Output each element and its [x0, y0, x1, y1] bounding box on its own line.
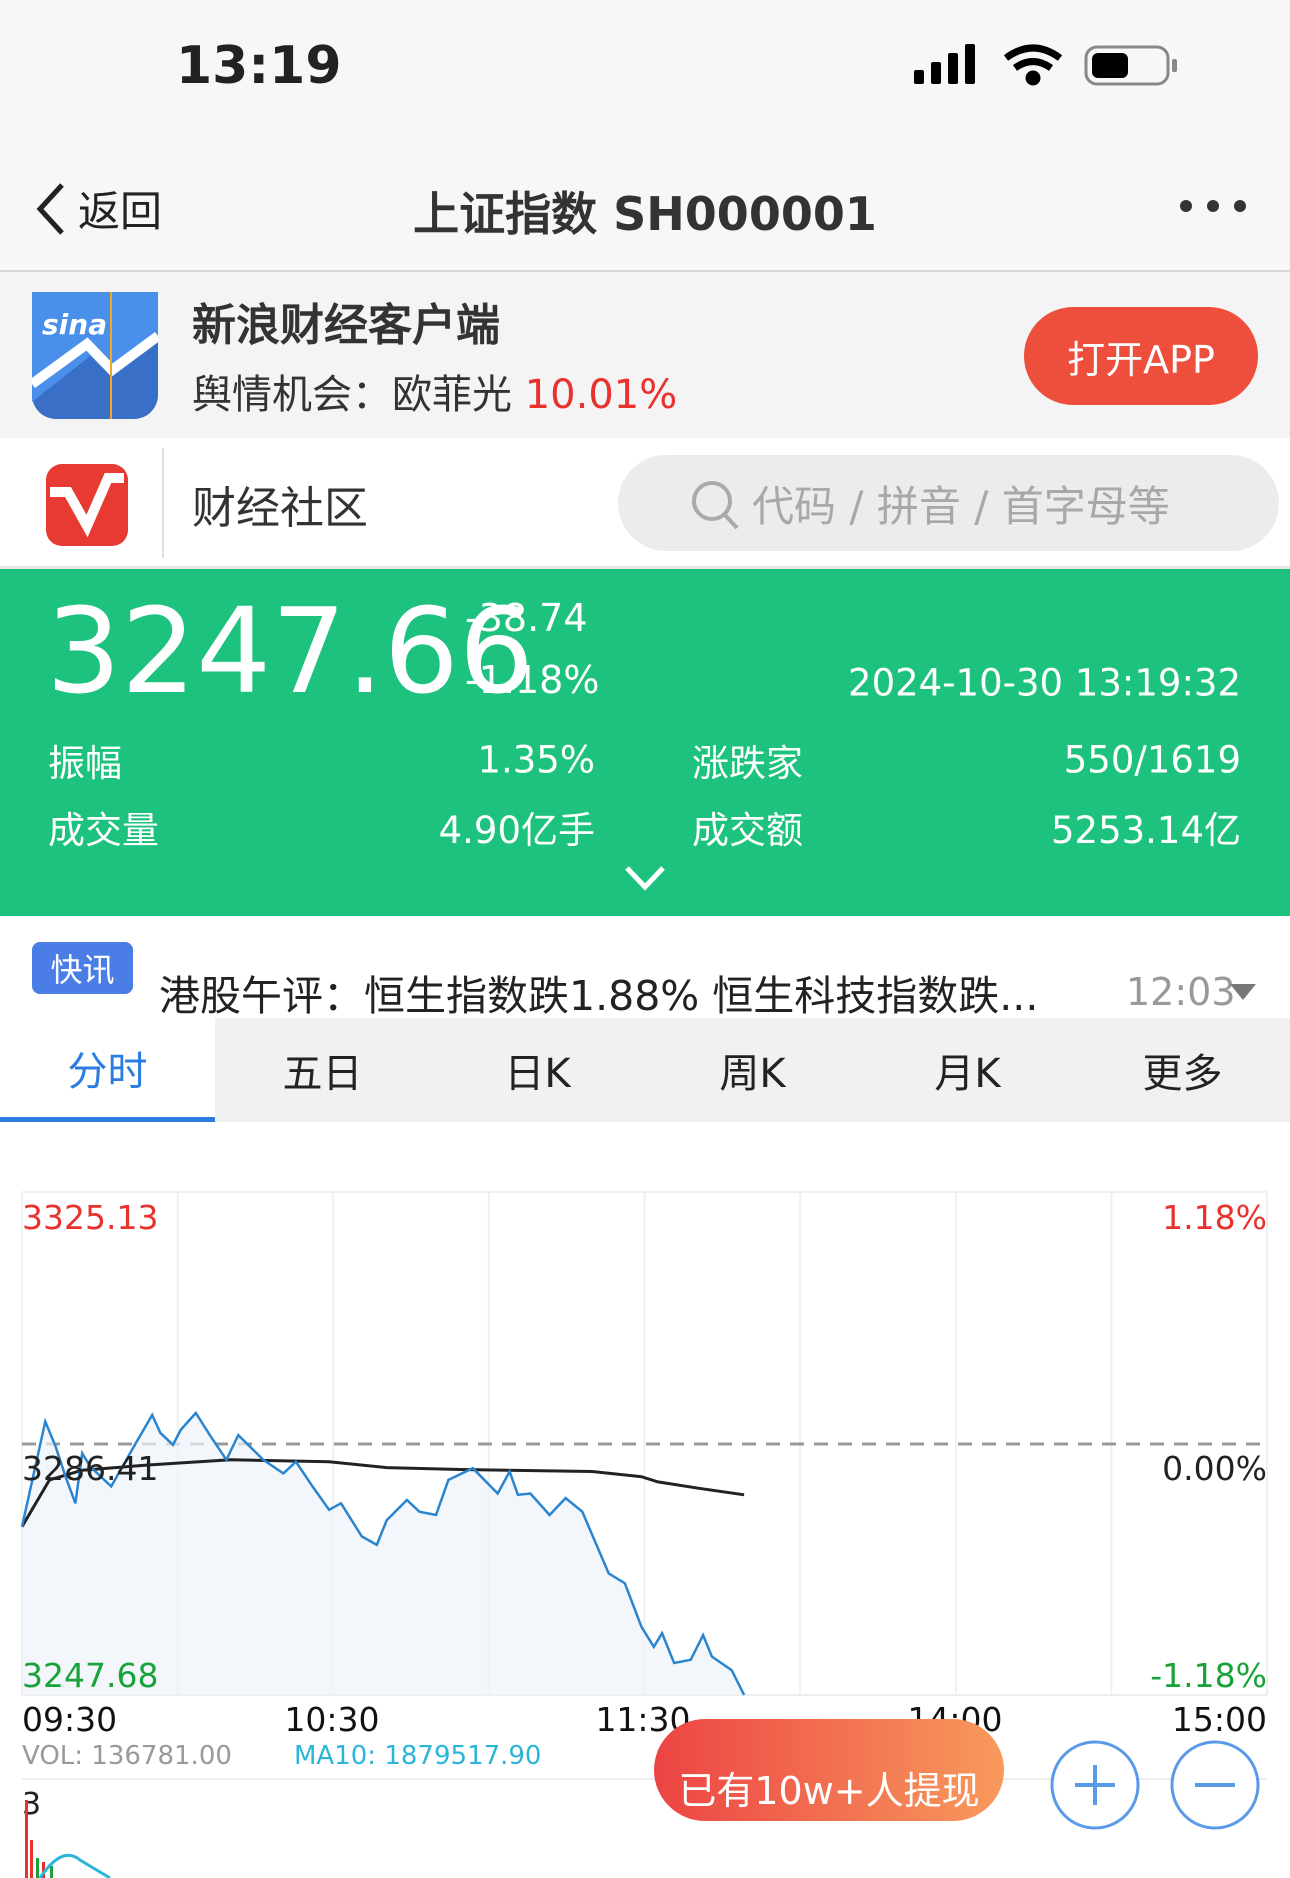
community-label[interactable]: 财经社区	[192, 472, 368, 536]
nav-bar: 返回 上证指数 SH000001	[0, 130, 1290, 272]
vol-label: VOL: 136781.00	[22, 1741, 232, 1771]
volume-bar	[36, 1858, 39, 1878]
volume-axis-label: 3	[22, 1787, 41, 1822]
chart-tabs: 分时 五日 日K 周K 月K 更多	[0, 1018, 1290, 1122]
quote-datetime: 2024-10-30 13:19:32	[848, 661, 1241, 705]
tab-weekly-k[interactable]: 周K	[645, 1018, 860, 1122]
x-label: 15:00	[1172, 1700, 1267, 1739]
tab-five-day[interactable]: 五日	[215, 1018, 430, 1122]
status-time: 13:19	[176, 36, 342, 96]
y-label-bottom: 3247.68	[22, 1656, 158, 1695]
open-app-button[interactable]: 打开APP	[1024, 307, 1258, 405]
battery-icon	[1084, 45, 1177, 86]
y-label-right-mid: 0.00%	[1162, 1449, 1267, 1488]
y-label-top: 3325.13	[22, 1198, 158, 1237]
y-label-right-top: 1.18%	[1162, 1198, 1267, 1237]
ad-subtitle-value: 10.01%	[524, 372, 678, 418]
promo-button[interactable]: 已有10w+人提现	[654, 1719, 1004, 1821]
divider	[162, 448, 164, 558]
ad-subtitle-text: 舆情机会：欧菲光	[192, 372, 512, 418]
community-bar: 财经社区 代码 / 拼音 / 首字母等	[0, 438, 1290, 569]
stat-value: 550/1619	[1063, 738, 1241, 782]
news-headline[interactable]: 港股午评：恒生指数跌1.88% 恒生科技指数跌...	[159, 962, 1038, 1022]
news-badge: 快讯	[32, 942, 133, 994]
status-icons	[914, 44, 1177, 86]
tab-more[interactable]: 更多	[1075, 1018, 1290, 1122]
price-change: -38.74	[465, 596, 588, 640]
volume-bar	[50, 1866, 53, 1878]
stat-label: 涨跌家	[692, 742, 803, 785]
wifi-icon	[1003, 44, 1063, 86]
x-label: 09:30	[22, 1700, 117, 1739]
stat-value: 5253.14亿	[1050, 809, 1241, 852]
app-download-banner[interactable]: sina 新浪财经客户端 舆情机会：欧菲光 10.01% 打开APP	[0, 272, 1290, 438]
volume-bar	[25, 1800, 28, 1878]
zoom-in-icon[interactable]	[1049, 1739, 1141, 1831]
svg-text:sina: sina	[42, 308, 107, 341]
stat-label: 成交量	[48, 809, 159, 852]
x-label: 10:30	[284, 1700, 379, 1739]
dropdown-triangle-icon[interactable]	[1230, 984, 1256, 1002]
quote-panel: 3247.66 -38.74 -1.18% 2024-10-30 13:19:3…	[0, 569, 1290, 916]
status-bar: 13:19	[0, 0, 1290, 130]
app-name: 新浪财经客户端	[192, 300, 500, 351]
volume-bar	[30, 1840, 33, 1878]
stat-value: 1.35%	[477, 738, 595, 782]
expand-chevron-icon[interactable]	[624, 865, 666, 891]
tab-intraday[interactable]: 分时	[0, 1018, 215, 1122]
search-icon	[692, 481, 739, 530]
community-logo[interactable]	[46, 464, 128, 546]
stat-label: 振幅	[48, 742, 122, 785]
ma10-label: MA10: 1879517.90	[294, 1741, 541, 1771]
ad-subtitle: 舆情机会：欧菲光 10.01%	[192, 362, 677, 420]
page-title: 上证指数 SH000001	[413, 187, 877, 241]
news-ticker[interactable]: 快讯 港股午评：恒生指数跌1.88% 恒生科技指数跌... 12:03	[0, 916, 1290, 1020]
current-price: 3247.66	[46, 582, 534, 720]
news-time: 12:03	[1126, 970, 1236, 1014]
y-label-right-bottom: -1.18%	[1150, 1656, 1267, 1695]
y-label-mid: 3286.41	[22, 1449, 158, 1488]
sina-app-logo: sina	[32, 292, 158, 419]
tab-monthly-k[interactable]: 月K	[860, 1018, 1075, 1122]
stat-label: 成交额	[692, 809, 803, 852]
stat-value: 4.90亿手	[438, 809, 595, 852]
search-input[interactable]: 代码 / 拼音 / 首字母等	[618, 455, 1279, 551]
ellipsis-icon[interactable]	[1176, 196, 1256, 216]
signal-icon	[914, 44, 975, 84]
price-change-pct: -1.18%	[465, 658, 600, 702]
zoom-out-icon[interactable]	[1169, 1739, 1261, 1831]
tab-daily-k[interactable]: 日K	[430, 1018, 645, 1122]
search-placeholder: 代码 / 拼音 / 首字母等	[752, 481, 1170, 531]
